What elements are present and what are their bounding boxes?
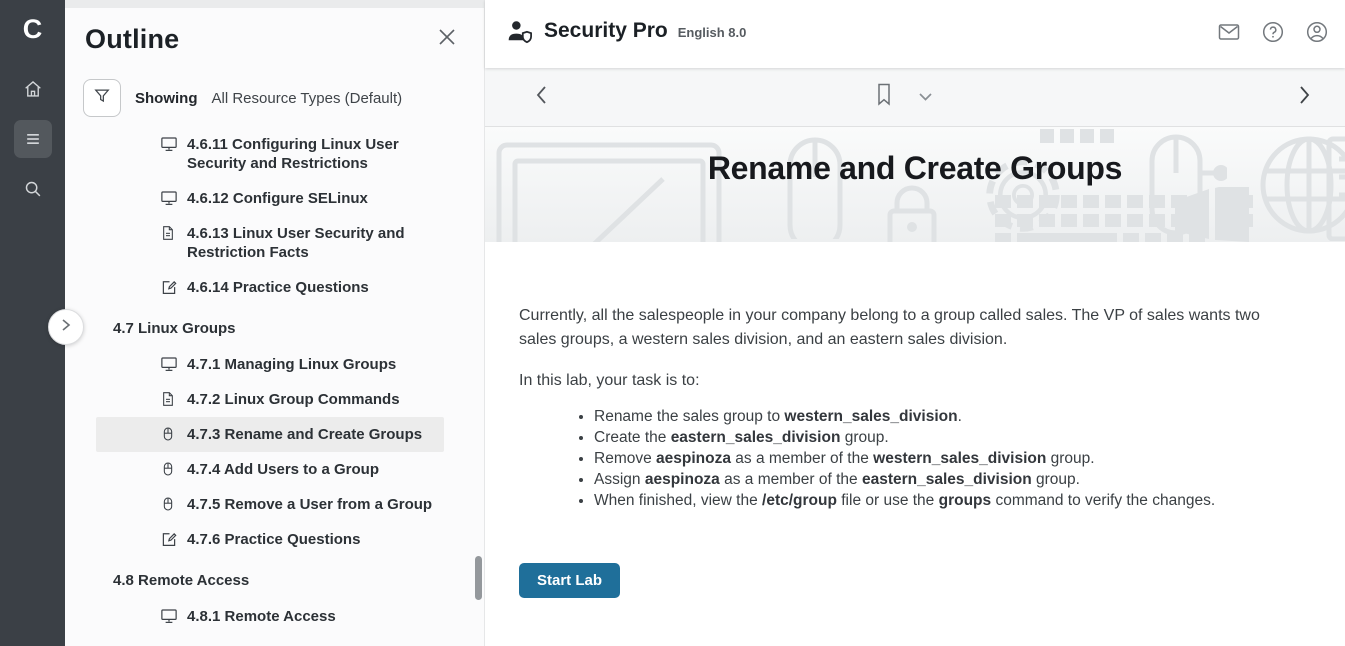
monitor-icon <box>160 355 178 373</box>
outline-top-strip <box>65 0 484 8</box>
next-button[interactable] <box>1297 84 1312 111</box>
outline-scrollbar-thumb[interactable] <box>475 556 482 600</box>
previous-button[interactable] <box>534 84 549 111</box>
mouse-lab-icon <box>160 425 178 443</box>
filter-button[interactable] <box>83 79 121 117</box>
help-button[interactable] <box>1259 20 1287 48</box>
search-button[interactable] <box>14 170 52 208</box>
outline-item[interactable]: 4.8.1 Remote Access <box>65 599 484 634</box>
outline-item[interactable]: 4.6.11 Configuring Linux User Security a… <box>65 127 484 181</box>
close-icon <box>438 28 456 51</box>
mail-icon <box>1217 20 1241 49</box>
close-outline-button[interactable] <box>434 27 460 53</box>
task-item: Assign aespinoza as a member of the east… <box>594 469 1305 490</box>
outline-item-label: 4.6.12 Configure SELinux <box>187 189 368 208</box>
security-pro-icon <box>507 19 534 50</box>
outline-menu-icon <box>23 129 43 149</box>
filter-showing-label: Showing <box>135 90 198 107</box>
lesson-nav-bar <box>485 68 1345 127</box>
outline-item[interactable]: 4.6.14 Practice Questions <box>65 270 484 305</box>
main-area: Security Pro English 8.0 <box>485 0 1345 646</box>
help-icon <box>1261 20 1285 49</box>
outline-item-label: 4.7.5 Remove a User from a Group <box>187 495 432 514</box>
lock-pattern-icon <box>883 185 941 242</box>
flag-pattern-icon <box>1175 187 1251 242</box>
outline-item[interactable]: 4.6.13 Linux User Security and Restricti… <box>65 216 484 270</box>
edit-icon <box>160 530 178 548</box>
lesson-title: Rename and Create Groups <box>485 150 1345 187</box>
task-item: Remove aespinoza as a member of the west… <box>594 448 1305 469</box>
monitor-icon <box>160 189 178 207</box>
outline-item[interactable]: 4.6.12 Configure SELinux <box>65 181 484 216</box>
outline-item[interactable]: 4.7.5 Remove a User from a Group <box>65 487 484 522</box>
chevron-right-icon <box>60 318 72 337</box>
outline-item-label: 4.8 Remote Access <box>113 571 249 590</box>
filter-row: Showing All Resource Types (Default) <box>83 79 484 117</box>
account-icon <box>1305 20 1329 49</box>
outline-item[interactable]: 4.7.6 Practice Questions <box>65 522 484 557</box>
keys-pattern-icon <box>1040 129 1114 151</box>
task-item: Create the eastern_sales_division group. <box>594 427 1305 448</box>
bookmark-menu-button[interactable] <box>919 88 932 106</box>
app-window: C Outline <box>0 0 1345 646</box>
outline-item[interactable]: 4.7.2 Linux Group Commands <box>65 382 484 417</box>
outline-item-label: 4.6.13 Linux User Security and Restricti… <box>187 224 440 262</box>
search-icon <box>22 178 44 200</box>
app-header: Security Pro English 8.0 <box>485 0 1345 68</box>
collapse-outline-button[interactable] <box>48 309 84 345</box>
outline-item-label: 4.7 Linux Groups <box>113 319 236 338</box>
chevron-left-icon <box>534 84 549 111</box>
home-button[interactable] <box>14 70 52 108</box>
lesson-content: Currently, all the salespeople in your c… <box>485 242 1345 646</box>
mouse-lab-icon <box>160 495 178 513</box>
outline-item[interactable]: 4.7.1 Managing Linux Groups <box>65 347 484 382</box>
outline-menu-button[interactable] <box>14 120 52 158</box>
outline-item-selected[interactable]: 4.7.3 Rename and Create Groups <box>96 417 444 452</box>
task-item: When finished, view the /etc/group file … <box>594 490 1305 511</box>
task-lead: In this lab, your task is to: <box>519 369 1297 393</box>
monitor-icon <box>160 135 178 153</box>
outline-item-label: 4.7.4 Add Users to a Group <box>187 460 379 479</box>
monitor-icon <box>160 607 178 625</box>
bookmark-button[interactable] <box>873 82 895 112</box>
outline-section-header[interactable]: 4.8 Remote Access <box>65 557 484 599</box>
chevron-right-icon <box>1297 84 1312 111</box>
chevron-down-icon <box>919 88 932 106</box>
brand-logo: C <box>0 0 65 58</box>
outline-item[interactable]: 4.7.4 Add Users to a Group <box>65 452 484 487</box>
outline-panel: Outline Showing All Resource Types (Defa… <box>65 0 485 646</box>
filter-funnel-icon <box>92 86 112 111</box>
messages-button[interactable] <box>1215 20 1243 48</box>
outline-item-label: 4.7.1 Managing Linux Groups <box>187 355 396 374</box>
outline-item-label: 4.7.2 Linux Group Commands <box>187 390 400 409</box>
home-icon <box>22 78 44 100</box>
start-lab-button[interactable]: Start Lab <box>519 563 620 598</box>
mouse-lab-icon <box>160 460 178 478</box>
task-item: Rename the sales group to western_sales_… <box>594 406 1305 427</box>
document-icon <box>160 224 178 242</box>
product-name: Security Pro <box>544 19 668 43</box>
filter-value[interactable]: All Resource Types (Default) <box>212 90 403 107</box>
outline-item-label: 4.6.11 Configuring Linux User Security a… <box>187 135 440 173</box>
outline-item-label: 4.6.14 Practice Questions <box>187 278 369 297</box>
bookmark-icon <box>873 82 895 112</box>
product-title-group: Security Pro English 8.0 <box>507 19 746 50</box>
edit-icon <box>160 278 178 296</box>
product-edition: English 8.0 <box>678 25 747 40</box>
outline-item-label: 4.7.3 Rename and Create Groups <box>187 425 422 444</box>
lesson-intro: Currently, all the salespeople in your c… <box>519 304 1297 352</box>
outline-item-label: 4.7.6 Practice Questions <box>187 530 360 549</box>
outline-tree: 4.6.11 Configuring Linux User Security a… <box>65 127 484 634</box>
outline-section-header[interactable]: 4.7 Linux Groups <box>65 305 484 347</box>
lesson-banner: Rename and Create Groups <box>485 127 1345 242</box>
account-button[interactable] <box>1303 20 1331 48</box>
outline-title: Outline <box>85 24 179 55</box>
document-icon <box>160 390 178 408</box>
task-list: Rename the sales group to western_sales_… <box>594 406 1305 511</box>
outline-item-label: 4.8.1 Remote Access <box>187 607 336 626</box>
